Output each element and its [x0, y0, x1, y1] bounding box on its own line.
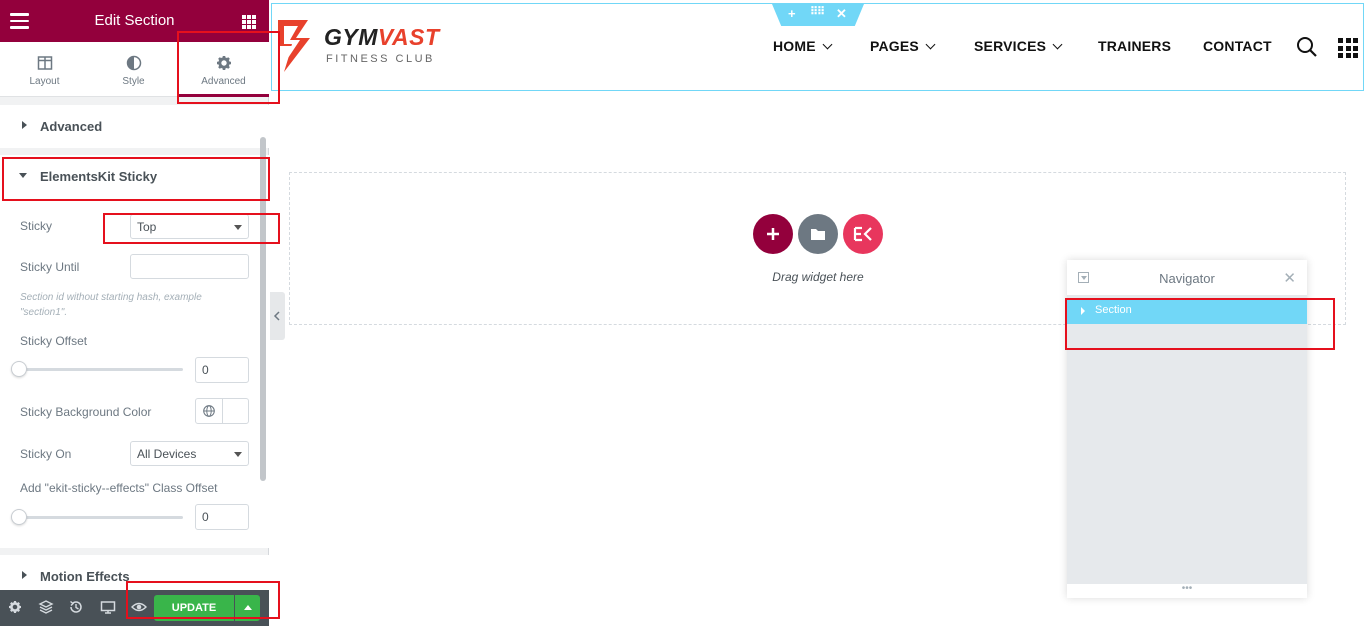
section-advanced-label: Advanced: [40, 119, 103, 134]
panel-scroll-area: Advanced ElementsKit Sticky Sticky Top S…: [0, 97, 269, 597]
chevron-down-icon: [1052, 39, 1063, 50]
nav-item-contact[interactable]: CONTACT: [1203, 38, 1272, 54]
section-motion-label: Motion Effects: [40, 569, 130, 584]
drag-widget-hint: Drag widget here: [772, 270, 864, 284]
nav-item-services[interactable]: SERVICES: [974, 38, 1063, 54]
navigator-header[interactable]: Navigator ✕: [1067, 260, 1307, 296]
tab-style[interactable]: Style: [89, 42, 178, 97]
close-icon[interactable]: ✕: [1283, 269, 1296, 287]
caret-up-icon: [244, 605, 252, 610]
globe-icon[interactable]: [196, 399, 223, 423]
nav-item-trainers[interactable]: TRAINERS: [1098, 38, 1171, 54]
chevron-left-icon: [273, 311, 280, 321]
editor-root: Edit Section Layout Style Advanced Advan…: [0, 0, 1365, 626]
sticky-on-label: Sticky On: [20, 447, 72, 461]
navigator-body: Section: [1067, 296, 1307, 584]
chevron-down-icon: [925, 39, 936, 50]
tab-layout-label: Layout: [29, 76, 60, 87]
lightning-logo-icon: [278, 20, 310, 72]
sticky-until-label: Sticky Until: [20, 260, 80, 274]
editor-panel: Edit Section Layout Style Advanced Advan…: [0, 0, 269, 626]
caret-right-icon: [22, 571, 27, 579]
panel-scrollbar[interactable]: [260, 137, 266, 481]
panel-footer: UPDATE: [0, 590, 269, 626]
resize-handle-icon[interactable]: •••: [1067, 584, 1307, 598]
caret-down-icon: [19, 173, 27, 178]
sticky-until-description: Section id without starting hash, exampl…: [20, 292, 202, 318]
panel-title: Edit Section: [94, 12, 175, 29]
sticky-bg-color-picker[interactable]: [195, 398, 249, 424]
history-icon[interactable]: [68, 599, 84, 615]
class-offset-label: Add "ekit-sticky--effects" Class Offset: [20, 481, 218, 495]
folder-icon: [811, 229, 825, 240]
section-elementskit-sticky[interactable]: ElementsKit Sticky: [0, 155, 269, 198]
tab-advanced-label: Advanced: [201, 76, 246, 87]
grid-menu-icon[interactable]: [1338, 38, 1358, 58]
panel-collapse-handle[interactable]: [270, 292, 285, 340]
sticky-select[interactable]: Top: [130, 214, 249, 239]
chevron-down-icon: [822, 39, 833, 50]
gear-icon[interactable]: [7, 599, 23, 615]
eye-icon[interactable]: [131, 599, 147, 615]
class-offset-slider[interactable]: [20, 516, 183, 519]
widgets-grid-icon[interactable]: [242, 15, 256, 29]
panel-header: Edit Section: [0, 0, 269, 42]
sticky-until-input[interactable]: [130, 254, 249, 279]
section-handles: + ⠿⠿ ✕: [772, 4, 864, 26]
tab-advanced[interactable]: Advanced: [178, 42, 269, 97]
sticky-offset-label: Sticky Offset: [20, 334, 88, 348]
gear-icon: [216, 56, 231, 70]
plus-icon: [767, 228, 779, 240]
columns-icon: [37, 56, 52, 70]
add-section-icon[interactable]: +: [788, 6, 796, 21]
nav-item-pages[interactable]: PAGES: [870, 38, 936, 54]
half-circle-icon: [126, 55, 141, 71]
nav-item-home[interactable]: HOME: [773, 38, 833, 54]
logo-tagline: FITNESS CLUB: [326, 53, 435, 65]
caret-right-icon: [22, 121, 27, 129]
navigator-item-section[interactable]: Section: [1067, 298, 1307, 324]
elementskit-library-button[interactable]: [843, 214, 883, 254]
site-logo[interactable]: GYMVAST FITNESS CLUB: [270, 14, 445, 78]
elementskit-icon: [853, 226, 872, 242]
sticky-offset-input[interactable]: 0: [195, 357, 249, 383]
sticky-offset-slider-handle[interactable]: [11, 361, 27, 377]
layers-icon[interactable]: [38, 599, 54, 615]
sticky-controls: Sticky Top Sticky Until Section id witho…: [0, 198, 269, 548]
section-advanced[interactable]: Advanced: [0, 105, 269, 148]
panel-tabs: Layout Style Advanced: [0, 42, 269, 97]
class-offset-input[interactable]: 0: [195, 504, 249, 530]
sticky-on-value: All Devices: [137, 447, 197, 461]
sticky-on-select[interactable]: All Devices: [130, 441, 249, 466]
chevron-down-icon: [234, 452, 242, 457]
sticky-select-value: Top: [137, 220, 157, 234]
logo-brand: GYMVAST: [324, 24, 440, 50]
drag-handle-icon[interactable]: ⠿⠿: [810, 5, 825, 18]
search-icon[interactable]: [1296, 36, 1318, 58]
navigator-item-label: Section: [1095, 304, 1132, 316]
tab-style-label: Style: [122, 76, 145, 87]
update-options-button[interactable]: [235, 595, 260, 621]
class-offset-slider-handle[interactable]: [11, 509, 27, 525]
navigator-panel: Navigator ✕ Section •••: [1067, 260, 1307, 598]
caret-right-icon: [1081, 307, 1085, 315]
sticky-bg-color-label: Sticky Background Color: [20, 405, 152, 419]
sticky-offset-slider[interactable]: [20, 368, 183, 371]
tab-layout[interactable]: Layout: [0, 42, 89, 97]
delete-section-icon[interactable]: ✕: [836, 6, 847, 22]
add-template-button[interactable]: [798, 214, 838, 254]
update-button[interactable]: UPDATE: [154, 595, 234, 621]
chevron-down-icon: [234, 225, 242, 230]
navigator-title: Navigator: [1159, 271, 1215, 286]
add-new-section-button[interactable]: [753, 214, 793, 254]
section-sticky-label: ElementsKit Sticky: [40, 169, 158, 184]
sticky-label: Sticky: [20, 219, 53, 233]
desktop-icon[interactable]: [100, 599, 116, 615]
